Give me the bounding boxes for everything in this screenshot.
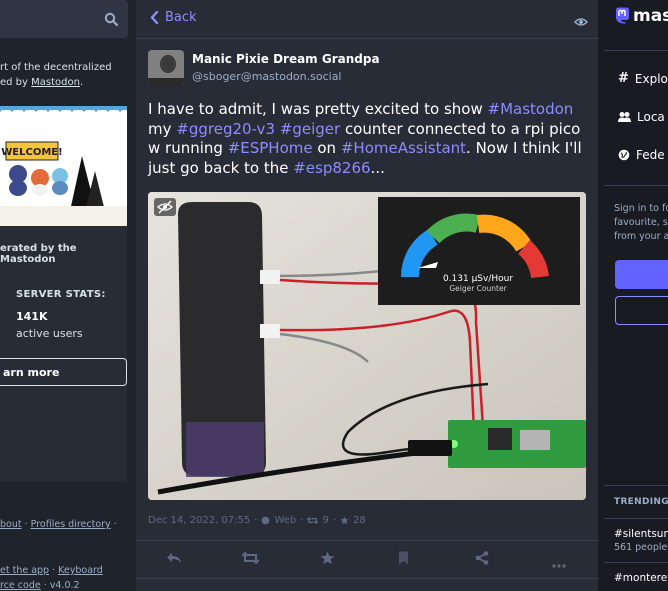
boost-count-icon — [307, 516, 319, 525]
nav-local-label: Loca — [637, 110, 665, 124]
hashtag-link[interactable]: #Mastodon — [488, 100, 574, 118]
post-text: ... — [370, 158, 385, 177]
active-users-label: active users — [16, 327, 83, 340]
server-about: rt of the decentralized ed by Mastodon. — [0, 60, 130, 90]
mastodon-logo-icon — [616, 7, 629, 24]
mastodon-logo[interactable]: masto — [614, 6, 668, 26]
back-label: Back — [165, 10, 197, 25]
search-icon[interactable] — [104, 11, 119, 30]
thread-column: Back Manic Pixie Dream Grandpa @sboger@m… — [136, 0, 598, 591]
profiles-directory-link[interactable]: Profiles directory — [31, 519, 111, 530]
about-line-2: ed by — [0, 77, 32, 88]
share-icon[interactable] — [475, 550, 489, 569]
header-divider — [136, 38, 598, 39]
footer-links-2: et the app · Keyboard — [0, 565, 103, 576]
server-hero-image: WELCOME! — [0, 106, 127, 226]
post-date[interactable]: Dec 14, 2022, 07:55 — [148, 515, 250, 526]
star-count-icon — [340, 516, 349, 525]
hashtag-link[interactable]: #ggreg20-v3 — [176, 120, 275, 138]
post-content: I have to admit, I was pretty excited to… — [148, 100, 592, 178]
nav-divider-top — [604, 50, 668, 51]
boost-count: 9 — [322, 515, 329, 526]
nav-local[interactable]: Loca — [618, 110, 665, 124]
trending-divider-3 — [604, 562, 668, 563]
trending-tag-2[interactable]: #montereyl — [614, 572, 668, 584]
sign-in-button[interactable] — [615, 260, 668, 289]
eye-slash-icon — [157, 200, 173, 214]
post-text: I have to admit, I was pretty excited to… — [148, 100, 488, 118]
about-link[interactable]: bout — [0, 519, 22, 530]
globe-icon — [262, 516, 270, 525]
source-code-link[interactable]: rce code — [0, 580, 41, 591]
nav-federated[interactable]: Fede — [618, 148, 665, 162]
hide-media-button[interactable] — [154, 198, 176, 216]
post-application: Web — [274, 515, 297, 526]
reply-icon[interactable] — [166, 550, 182, 569]
trending-title: TRENDING N — [614, 497, 668, 507]
display-name[interactable]: Manic Pixie Dream Grandpa — [192, 52, 380, 66]
post-meta: Dec 14, 2022, 07:55 · Web · 9 · 28 — [148, 515, 366, 526]
bookmark-icon[interactable] — [398, 550, 409, 569]
nav-explore[interactable]: # Explo — [618, 71, 668, 86]
search-bar[interactable] — [0, 0, 128, 38]
hashtag-icon: # — [618, 71, 629, 86]
trending-tag-1[interactable]: #silentsun — [614, 528, 668, 540]
create-account-button[interactable] — [615, 296, 668, 325]
trending-tag-1-usage: 561 people — [614, 542, 668, 553]
footer-links-1: bout · Profiles directory · — [0, 519, 117, 530]
gauge-value: 0.131 µSv/Hour — [443, 274, 513, 284]
mastodon-link[interactable]: Mastodon — [31, 77, 80, 88]
post-text: on — [312, 139, 341, 157]
hosted-by-text: erated by the Mastodon — [0, 243, 77, 265]
keyboard-shortcuts-link[interactable]: Keyboard — [58, 565, 103, 576]
next-status — [136, 579, 598, 591]
version-label: v4.0.2 — [49, 580, 80, 591]
sign-in-prompt: Sign in to fo favourite, s from your a — [614, 203, 668, 242]
footer-links-3: rce code · v4.0.2 — [0, 580, 80, 591]
column-header: Back — [136, 0, 598, 38]
left-sidebar: rt of the decentralized ed by Mastodon. … — [0, 0, 136, 591]
get-app-link[interactable]: et the app — [0, 565, 49, 576]
post-media[interactable]: 0.131 µSv/Hour Geiger Counter — [148, 192, 586, 500]
globe-icon — [618, 149, 630, 161]
post-text: my — [148, 119, 177, 138]
actions-divider — [136, 540, 598, 541]
hero-sign-text: WELCOME! — [1, 147, 62, 158]
more-options-icon[interactable] — [552, 553, 566, 572]
back-button[interactable]: Back — [150, 10, 197, 25]
right-navigation: masto # Explo Loca Fede Sign in to fo fa… — [598, 0, 668, 591]
nav-divider-mid — [604, 185, 668, 186]
hashtag-link[interactable]: #geiger — [280, 120, 340, 138]
gauge-label: Geiger Counter — [449, 284, 507, 293]
about-line-1: rt of the decentralized — [0, 62, 112, 73]
nav-explore-label: Explo — [634, 71, 668, 86]
hashtag-link[interactable]: #ESPHome — [228, 139, 313, 157]
learn-more-button[interactable]: arn more — [0, 358, 127, 386]
favourite-star-icon[interactable] — [320, 550, 335, 569]
logo-text: masto — [633, 6, 668, 26]
users-icon — [618, 112, 631, 122]
avatar[interactable] — [148, 50, 184, 86]
eye-icon[interactable] — [574, 12, 588, 31]
hashtag-link[interactable]: #esp8266 — [293, 159, 370, 177]
server-stats-title: SERVER STATS: — [16, 289, 106, 300]
boost-icon[interactable] — [241, 550, 260, 569]
account-handle[interactable]: @sboger@mastodon.social — [192, 70, 342, 83]
favourite-count: 28 — [353, 515, 366, 526]
hashtag-link[interactable]: #HomeAssistant — [341, 139, 466, 157]
active-users-count: 141K — [16, 310, 48, 323]
nav-federated-label: Fede — [636, 148, 665, 162]
trending-divider — [604, 485, 668, 486]
chevron-left-icon — [150, 11, 159, 24]
trending-divider-2 — [604, 518, 668, 519]
